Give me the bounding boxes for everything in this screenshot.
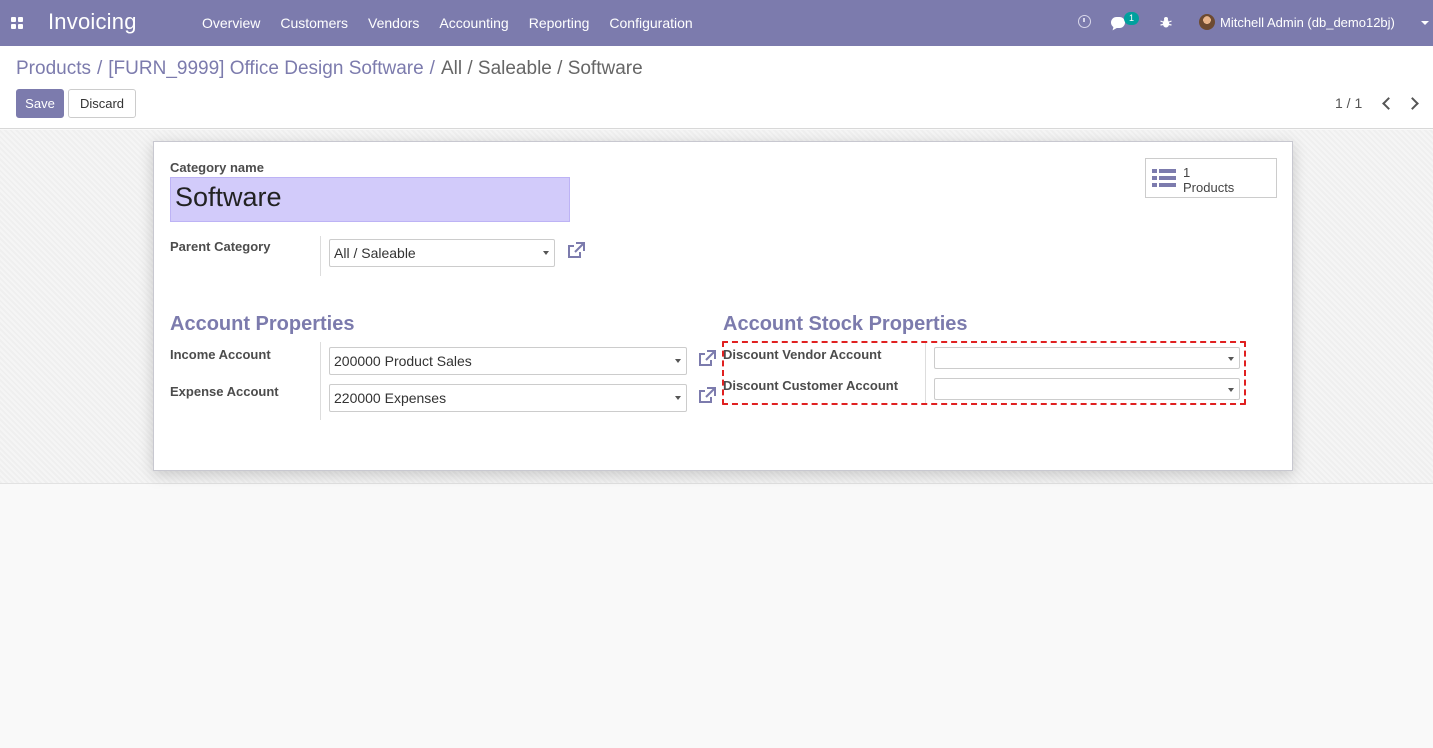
field-divider	[320, 342, 321, 420]
menu-configuration[interactable]: Configuration	[599, 0, 702, 46]
list-icon	[1152, 169, 1176, 187]
caret-down-icon	[675, 396, 681, 400]
apps-menu-icon[interactable]	[11, 17, 23, 29]
income-account-label: Income Account	[170, 347, 271, 362]
income-account-value: 200000 Product Sales	[334, 353, 472, 369]
control-panel: Products / [FURN_9999] Office Design Softw…	[0, 46, 1433, 129]
discard-button[interactable]: Discard	[68, 89, 136, 118]
external-link-icon[interactable]	[698, 387, 716, 405]
account-properties-title: Account Properties	[170, 313, 355, 335]
main-navbar: Invoicing Overview Customers Vendors Acc…	[0, 0, 1433, 46]
products-stat-button[interactable]: 1 Products	[1145, 158, 1277, 198]
breadcrumb-products[interactable]: Products	[16, 58, 91, 79]
caret-down-icon	[675, 359, 681, 363]
pager-value: 1 / 1	[1335, 95, 1363, 111]
breadcrumb: Products / [FURN_9999] Office Design Softw…	[16, 58, 643, 80]
breadcrumb-separator: /	[96, 58, 103, 79]
top-menu: Overview Customers Vendors Accounting Re…	[192, 0, 703, 46]
expense-account-label: Expense Account	[170, 384, 279, 399]
menu-accounting[interactable]: Accounting	[429, 0, 518, 46]
page-background	[0, 485, 1433, 748]
category-name-input[interactable]: Software	[170, 177, 570, 222]
menu-customers[interactable]: Customers	[270, 0, 358, 46]
save-button[interactable]: Save	[16, 89, 64, 118]
products-count: 1	[1183, 165, 1191, 180]
highlight-annotation-box	[722, 341, 1246, 405]
user-avatar[interactable]	[1199, 14, 1215, 30]
field-divider	[320, 236, 321, 276]
caret-down-icon	[543, 251, 549, 255]
pager-previous-icon[interactable]	[1380, 96, 1394, 110]
breadcrumb-separator: /	[429, 58, 435, 79]
form-sheet: Category name Software 1 Products Parent…	[153, 141, 1293, 471]
menu-vendors[interactable]: Vendors	[358, 0, 429, 46]
chat-badge: 1	[1124, 12, 1139, 25]
breadcrumb-current: All / Saleable / Software	[440, 58, 643, 79]
external-link-icon[interactable]	[698, 350, 716, 368]
pager-next-icon[interactable]	[1407, 96, 1421, 110]
menu-reporting[interactable]: Reporting	[519, 0, 600, 46]
app-brand[interactable]: Invoicing	[48, 9, 137, 35]
parent-category-value: All / Saleable	[334, 245, 416, 261]
account-stock-properties-title: Account Stock Properties	[723, 313, 968, 335]
external-link-icon[interactable]	[567, 242, 585, 260]
menu-overview[interactable]: Overview	[192, 0, 270, 46]
user-caret-icon[interactable]	[1421, 21, 1429, 25]
parent-category-label: Parent Category	[170, 239, 271, 254]
expense-account-value: 220000 Expenses	[334, 390, 447, 406]
chat-icon[interactable]	[1111, 17, 1125, 28]
user-menu[interactable]: Mitchell Admin (db_demo12bj)	[1220, 15, 1395, 30]
products-label: Products	[1183, 180, 1235, 195]
category-name-label: Category name	[170, 160, 264, 175]
breadcrumb-product[interactable]: [FURN_9999] Office Design Software	[108, 58, 423, 79]
parent-category-select[interactable]: All / Saleable	[329, 239, 555, 267]
activity-clock-icon[interactable]	[1078, 15, 1091, 28]
income-account-select[interactable]: 200000 Product Sales	[329, 347, 687, 375]
expense-account-select[interactable]: 220000 Expenses	[329, 384, 687, 412]
debug-bug-icon[interactable]	[1160, 16, 1172, 29]
